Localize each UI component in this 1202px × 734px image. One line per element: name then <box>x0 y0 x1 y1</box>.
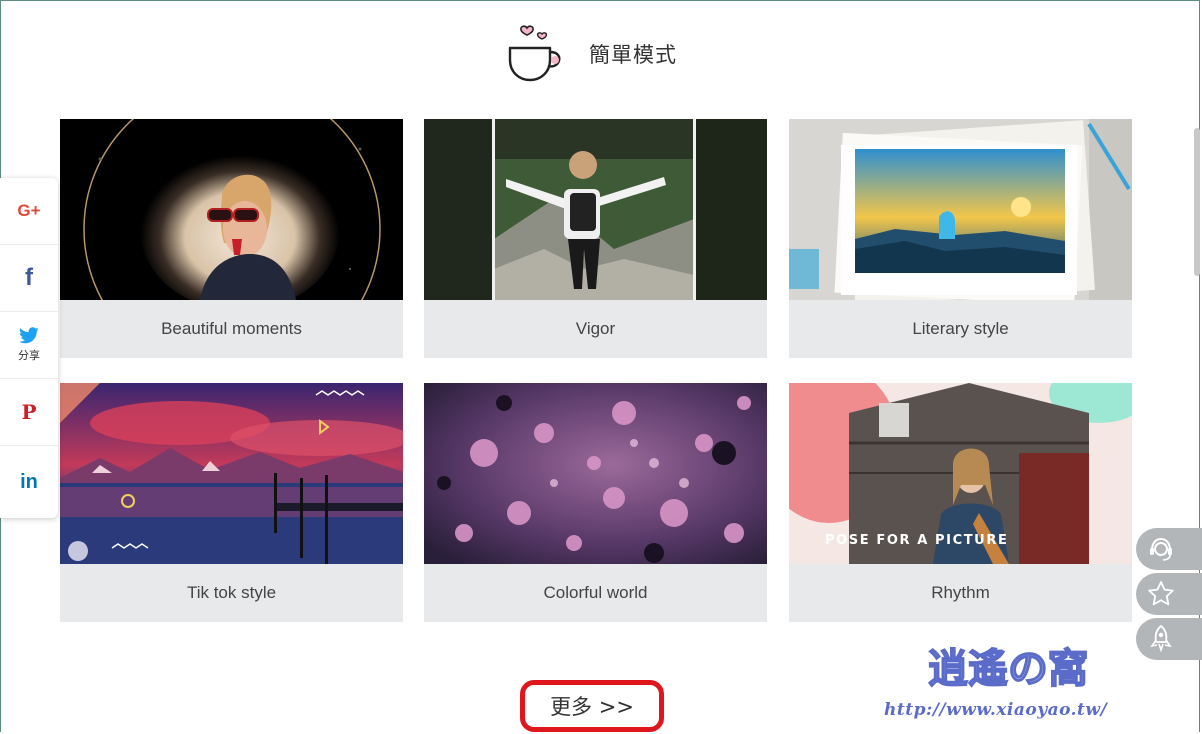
coffee-cup-hearts-icon <box>508 25 561 82</box>
card-caption: Tik tok style <box>186 583 277 602</box>
card-thumbnail <box>424 119 767 300</box>
svg-text:逍遙の窩: 逍遙の窩 <box>928 645 1088 692</box>
social-share-bar: G+ f 分享 P in <box>0 178 58 518</box>
facebook-icon: f <box>25 264 33 291</box>
card-thumbnail <box>60 119 403 300</box>
pinterest-icon: P <box>21 400 37 424</box>
template-card-colorful-world[interactable]: Colorful world <box>424 383 767 622</box>
watermark-url: http://www.xiaoyao.tw/ <box>884 700 1108 720</box>
card-thumbnail <box>60 383 403 564</box>
card-caption: Rhythm <box>931 583 990 602</box>
customer-service-button[interactable] <box>1136 528 1202 570</box>
star-icon <box>1148 581 1174 606</box>
favorite-button[interactable] <box>1136 573 1202 615</box>
share-google-plus-button[interactable]: G+ <box>0 178 58 245</box>
share-pinterest-button[interactable]: P <box>0 379 58 446</box>
rocket-icon <box>1150 624 1172 653</box>
twitter-icon <box>19 327 39 344</box>
google-plus-icon: G+ <box>17 201 41 220</box>
card-thumbnail <box>424 383 767 564</box>
card-caption: Literary style <box>912 319 1009 338</box>
share-label: 分享 <box>18 349 40 362</box>
linkedin-icon: in <box>20 470 38 493</box>
template-card-beautiful-moments[interactable]: Beautiful moments <box>60 119 403 358</box>
scrollbar-thumb[interactable] <box>1194 128 1200 276</box>
card-thumbnail <box>789 119 1132 300</box>
share-linkedin-button[interactable]: in <box>0 446 58 518</box>
template-card-vigor[interactable]: Vigor <box>424 119 767 358</box>
share-facebook-button[interactable]: f <box>0 245 58 312</box>
section-header: 簡單模式 <box>505 24 677 84</box>
template-card-rhythm[interactable]: POSE FOR A PICTURE Rhythm <box>789 383 1132 622</box>
template-card-literary-style[interactable]: Literary style <box>789 119 1132 358</box>
share-twitter-button[interactable]: 分享 <box>0 312 58 379</box>
card-overlay-text: POSE FOR A PICTURE <box>825 533 1009 548</box>
headset-icon <box>1150 537 1172 561</box>
page-frame <box>0 0 1200 732</box>
more-button[interactable]: 更多 >> <box>520 680 664 732</box>
template-card-tik-tok-style[interactable]: Tik tok style <box>60 383 403 622</box>
section-title: 簡單模式 <box>589 43 677 67</box>
card-caption: Colorful world <box>543 583 648 602</box>
more-button-label: 更多 >> <box>550 695 634 719</box>
card-caption: Beautiful moments <box>161 319 302 338</box>
card-caption: Vigor <box>575 319 616 338</box>
card-thumbnail: POSE FOR A PICTURE <box>789 383 1132 564</box>
